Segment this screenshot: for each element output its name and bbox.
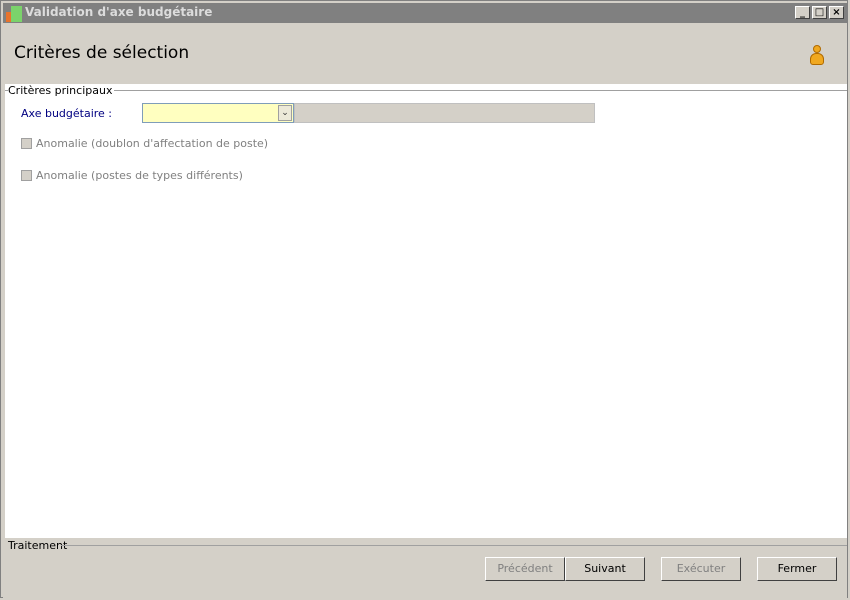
types-checkbox-label: Anomalie (postes de types différents) xyxy=(36,169,243,182)
footer-divider xyxy=(61,545,847,546)
group-label-criteres: Critères principaux xyxy=(8,84,115,97)
maximize-button[interactable]: □ xyxy=(812,6,827,19)
action-footer: Traitement Précédent Suivant Exécuter Fe… xyxy=(3,538,847,598)
axe-budgetaire-label: Axe budgétaire : xyxy=(21,107,113,120)
previous-button[interactable]: Précédent xyxy=(485,557,565,581)
user-icon[interactable] xyxy=(809,45,825,67)
doublon-checkbox[interactable] xyxy=(21,138,32,149)
page-title: Critères de sélection xyxy=(14,43,190,63)
criteria-panel: Critères principaux Axe budgétaire : ⌄ A… xyxy=(5,84,847,538)
window-title: Validation d'axe budgétaire xyxy=(25,5,213,19)
axe-budgetaire-combo[interactable]: ⌄ xyxy=(142,103,294,123)
checkbox-row-types[interactable]: Anomalie (postes de types différents) xyxy=(21,169,243,182)
chevron-down-icon[interactable]: ⌄ xyxy=(278,105,292,121)
types-checkbox[interactable] xyxy=(21,170,32,181)
app-window: Validation d'axe budgétaire _ □ × Critèr… xyxy=(0,0,848,598)
execute-button[interactable]: Exécuter xyxy=(661,557,741,581)
axe-budgetaire-description xyxy=(294,103,595,123)
page-header: Critères de sélection xyxy=(3,23,847,83)
close-window-button[interactable]: × xyxy=(829,6,844,19)
checkbox-row-doublon[interactable]: Anomalie (doublon d'affectation de poste… xyxy=(21,137,268,150)
next-button[interactable]: Suivant xyxy=(565,557,645,581)
title-bar[interactable]: Validation d'axe budgétaire _ □ × xyxy=(3,3,847,23)
group-divider xyxy=(5,90,847,91)
close-button[interactable]: Fermer xyxy=(757,557,837,581)
minimize-button[interactable]: _ xyxy=(795,6,810,19)
doublon-checkbox-label: Anomalie (doublon d'affectation de poste… xyxy=(36,137,269,150)
app-icon xyxy=(6,6,22,22)
